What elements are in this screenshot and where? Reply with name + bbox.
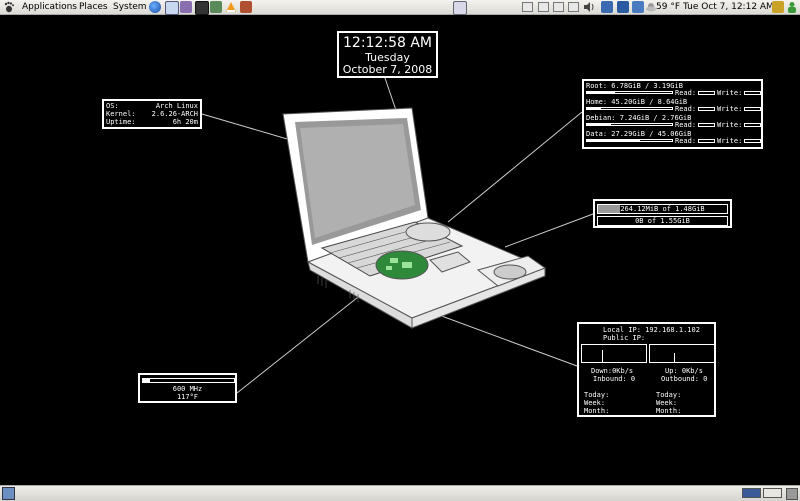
trash-icon[interactable] [786, 488, 798, 500]
disk-read-bar [698, 107, 715, 111]
disk-write-label: Write: [717, 137, 743, 145]
memory-widget: 264.12MiB of 1.48GiB 0B of 1.55GiB [593, 199, 732, 228]
uptime-value: 6h 20m [172, 118, 198, 126]
workspace-2[interactable] [763, 488, 782, 498]
disk-usage-bar-fill [587, 92, 616, 93]
disk-read-label: Read: [675, 137, 697, 145]
disk-usage-bar-fill [587, 124, 611, 125]
today-in-label: Today: [584, 391, 610, 399]
disk-usage-widget: Root: 6.78GiB / 3.19GiB Read: Write: Home: … [582, 79, 763, 149]
download-graph [581, 344, 647, 363]
public-ip: Public IP: [603, 334, 646, 342]
month-in-label: Month: [584, 407, 610, 415]
disk-usage-text: Home: 45.20GiB / 8.64GiB [586, 98, 688, 106]
disk-write-label: Write: [717, 89, 743, 97]
local-ip: Local IP: 192.168.1.102 [603, 326, 700, 334]
cpu-frequency: 600 MHz [172, 385, 203, 393]
week-out-label: Week: [656, 399, 678, 407]
disk-usage-bar [586, 107, 673, 110]
disk-usage-bar [586, 91, 673, 94]
swap-text: 0B of 1.55GiB [635, 217, 690, 225]
disk-write-bar [744, 139, 761, 143]
clock-widget: 12:12:58 AM Tuesday October 7, 2008 [337, 31, 438, 78]
disk-usage-bar [586, 123, 673, 126]
clock-date: October 7, 2008 [342, 63, 433, 76]
show-desktop-icon[interactable] [2, 487, 15, 500]
os-label: OS: [106, 102, 119, 110]
upload-rate: Up: 0Kb/s [665, 367, 703, 375]
download-rate: Down:0Kb/s [591, 367, 634, 375]
inbound-count: Inbound: 0 [593, 375, 636, 383]
cpu-bar [142, 378, 235, 383]
uptime-label: Uptime: [106, 118, 136, 126]
disk-usage-bar-fill [587, 108, 601, 109]
disk-write-bar [744, 91, 761, 95]
disk-write-bar [744, 107, 761, 111]
week-in-label: Week: [584, 399, 606, 407]
disk-write-bar [744, 123, 761, 127]
bottom-panel [0, 485, 800, 501]
workspace-1[interactable] [742, 488, 761, 498]
disk-read-bar [698, 139, 715, 143]
disk-read-bar [698, 123, 715, 127]
system-info-widget: OS: Arch Linux Kernel: 2.6.26-ARCH Uptim… [102, 99, 202, 129]
disk-read-label: Read: [675, 89, 697, 97]
disk-read-label: Read: [675, 121, 697, 129]
upload-graph [649, 344, 715, 363]
disk-read-bar [698, 91, 715, 95]
today-out-label: Today: [656, 391, 682, 399]
disk-read-label: Read: [675, 105, 697, 113]
disk-write-label: Write: [717, 121, 743, 129]
network-widget: Local IP: 192.168.1.102 Public IP: Down:… [577, 322, 716, 417]
disk-usage-bar-fill [587, 140, 640, 141]
cpu-temperature: 117°F [176, 393, 199, 401]
kernel-label: Kernel: [106, 110, 136, 118]
month-out-label: Month: [656, 407, 682, 415]
disk-usage-bar [586, 139, 673, 142]
outbound-count: Outbound: 0 [661, 375, 708, 383]
disk-write-label: Write: [717, 105, 743, 113]
kernel-value: 2.6.26-ARCH [151, 110, 198, 118]
cpu-bar-fill [143, 379, 151, 382]
clock-time: 12:12:58 AM [343, 35, 432, 51]
disk-usage-text: Root: 6.78GiB / 3.19GiB [586, 82, 683, 90]
cpu-widget: 600 MHz 117°F [138, 373, 237, 403]
ram-text: 264.12MiB of 1.48GiB [620, 205, 705, 213]
os-value: Arch Linux [155, 102, 198, 110]
